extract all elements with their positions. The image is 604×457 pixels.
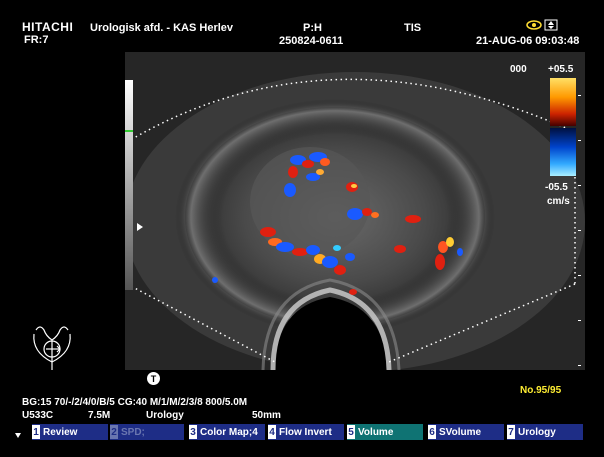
grayscale-bar xyxy=(125,80,133,290)
play-arrow-icon xyxy=(137,223,143,231)
brand-logo: HITACHI xyxy=(22,20,74,34)
softkey-review[interactable]: 1 Review xyxy=(32,424,108,440)
depth-tick xyxy=(578,320,581,321)
color-scale-min: -05.5 xyxy=(545,182,568,193)
depth-tick xyxy=(578,230,581,231)
color-velocity-bar xyxy=(550,78,576,176)
frame-rate: FR:7 xyxy=(24,34,49,46)
institution-name: Urologisk afd. - KAS Herlev xyxy=(90,22,234,34)
scan-depth: 50mm xyxy=(252,410,281,421)
tis-label: TIS xyxy=(404,22,422,34)
color-scale-unit: cm/s xyxy=(547,196,570,207)
status-icon xyxy=(544,19,558,31)
gain-marker xyxy=(125,130,133,132)
exam-preset: Urology xyxy=(146,410,184,421)
depth-tick xyxy=(578,365,581,366)
color-scale-code: 000 xyxy=(510,64,527,75)
depth-tick xyxy=(578,275,581,276)
probe-frequency: 7.5M xyxy=(88,410,111,421)
softkey-volume[interactable]: 5 Volume xyxy=(347,424,423,440)
bladder-probe-icon xyxy=(33,326,71,370)
depth-tick xyxy=(578,95,581,96)
softkey-spd[interactable]: 2 SPD; xyxy=(110,424,184,440)
depth-tick xyxy=(578,140,581,141)
exam-datetime: 21-AUG-06 09:03:48 xyxy=(476,35,580,47)
ultrasound-image[interactable] xyxy=(125,52,585,370)
softkey-flow-invert[interactable]: 4 Flow Invert xyxy=(268,424,344,440)
probe-model: U533C xyxy=(22,410,54,421)
eye-icon xyxy=(526,20,542,30)
softkey-color-map[interactable]: 3 Color Map;4 xyxy=(189,424,265,440)
frame-counter: No.95/95 xyxy=(520,385,562,396)
settings-line-1: BG:15 70/-/2/4/0/B/5 CG:40 M/1/M/2/3/8 8… xyxy=(22,397,248,408)
transducer-marker: T xyxy=(147,372,160,385)
patient-id: 250824-0611 xyxy=(279,35,344,47)
softkey-bar: 1 Review 2 SPD; 3 Color Map;4 4 Flow Invert … xyxy=(14,424,604,442)
softkey-urology[interactable]: 7 Urology xyxy=(507,424,583,440)
softkey-svolume[interactable]: 6 SVolume xyxy=(428,424,504,440)
patient-label: P:H xyxy=(303,22,322,34)
color-scale-max: +05.5 xyxy=(548,64,574,75)
depth-tick xyxy=(578,185,581,186)
header-bar: HITACHI FR:7 Urologisk afd. - KAS Herlev… xyxy=(0,0,604,52)
